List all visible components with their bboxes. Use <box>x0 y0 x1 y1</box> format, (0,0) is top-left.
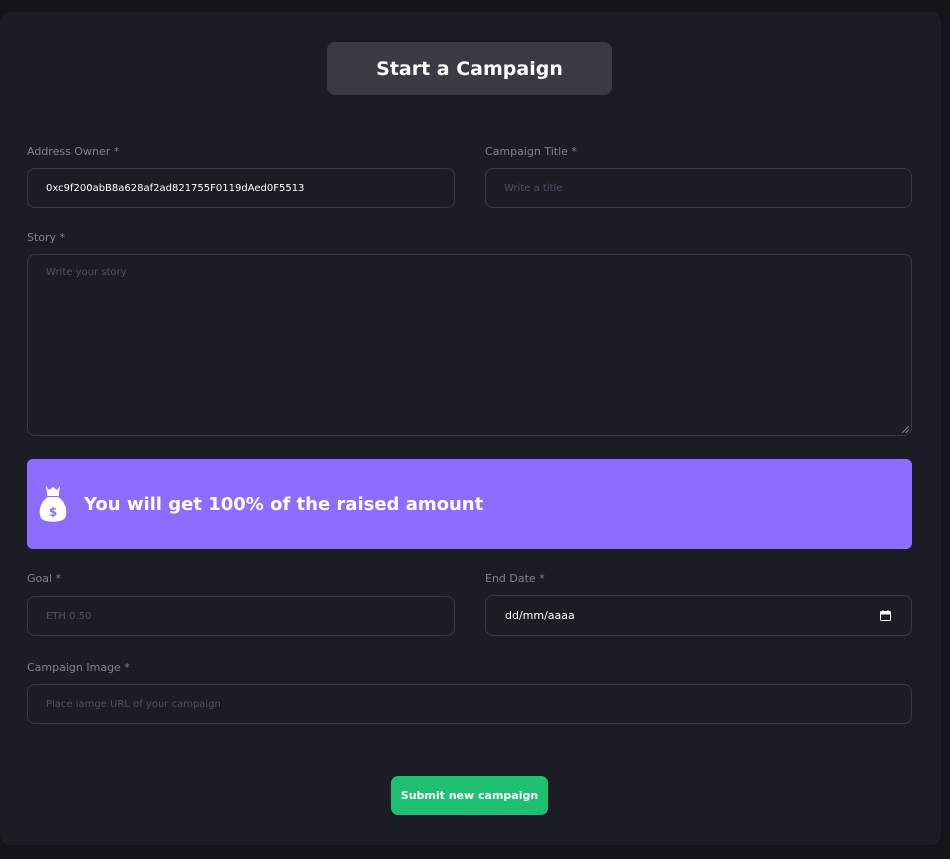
story-textarea[interactable] <box>27 254 912 436</box>
campaign-title-label: Campaign Title * <box>485 145 577 158</box>
address-owner-input[interactable] <box>27 168 455 208</box>
resize-grip-icon[interactable] <box>901 425 909 433</box>
banner-text: You will get 100% of the raised amount <box>84 493 484 515</box>
campaign-title-input[interactable] <box>485 168 912 208</box>
goal-input[interactable] <box>27 596 455 636</box>
story-label: Story * <box>27 231 66 244</box>
full-amount-banner: $ You will get 100% of the raised amount <box>27 459 912 549</box>
page-title-text: Start a Campaign <box>376 57 563 80</box>
svg-text:$: $ <box>49 505 57 519</box>
calendar-icon[interactable] <box>880 610 891 621</box>
end-date-input[interactable]: dd/mm/aaaa <box>485 595 912 636</box>
end-date-value: dd/mm/aaaa <box>505 609 575 622</box>
campaign-image-input[interactable] <box>27 684 912 724</box>
end-date-label: End Date * <box>485 572 545 585</box>
create-campaign-panel: Start a Campaign Address Owner * Campaig… <box>0 12 941 845</box>
campaign-image-label: Campaign Image * <box>27 661 130 674</box>
address-owner-label: Address Owner * <box>27 145 120 158</box>
story-field-wrapper <box>27 254 912 436</box>
money-bag-icon: $ <box>39 486 67 522</box>
submit-campaign-button[interactable]: Submit new campaign <box>391 776 548 815</box>
goal-label: Goal * <box>27 572 62 585</box>
page-title: Start a Campaign <box>327 42 612 95</box>
